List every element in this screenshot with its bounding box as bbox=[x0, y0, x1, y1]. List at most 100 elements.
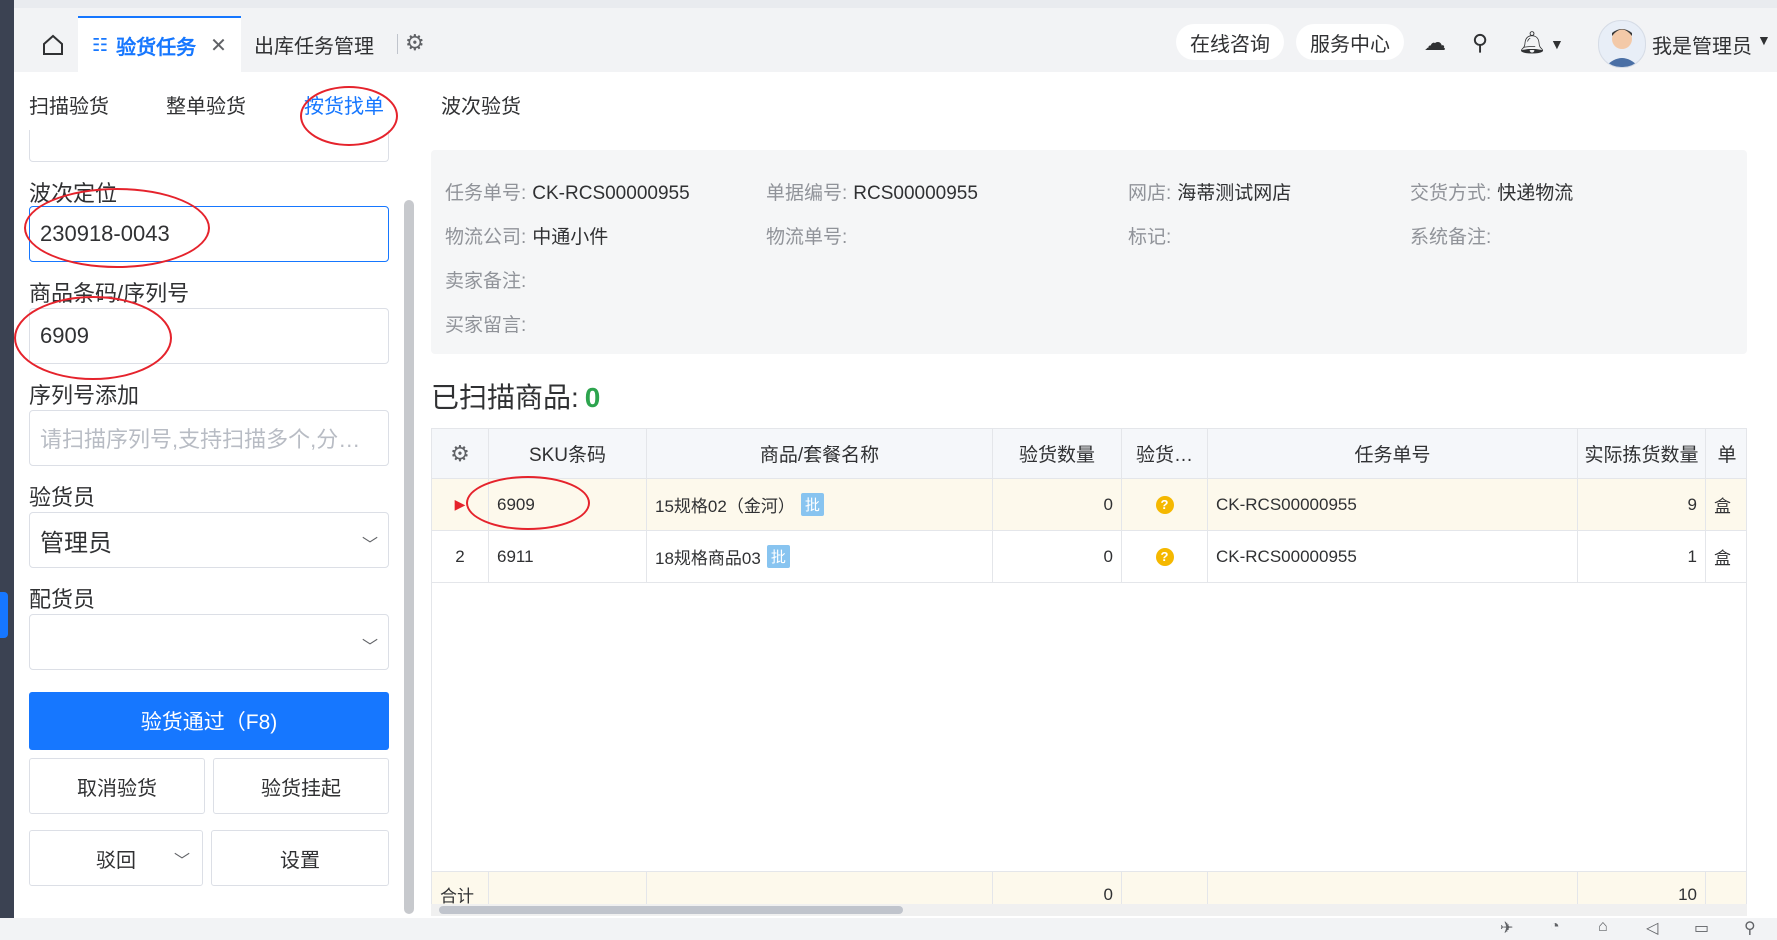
search-icon[interactable]: ⚲ bbox=[1472, 30, 1488, 56]
tracking-label: 物流单号: bbox=[766, 227, 848, 248]
mark-label: 标记: bbox=[1128, 227, 1172, 248]
tab-inspection-task[interactable]: ☷ 验货任务 ✕ bbox=[78, 16, 241, 72]
col-status[interactable]: 验货… bbox=[1122, 429, 1208, 478]
picker-select[interactable]: ﹀ bbox=[29, 614, 389, 670]
cell-status: ? bbox=[1122, 479, 1208, 530]
barcode-label: 商品条码/序列号 bbox=[29, 281, 190, 306]
table-row[interactable]: ▶ 6909 15规格02（金河）批 0 ? CK-RCS00000955 9 … bbox=[432, 479, 1746, 531]
scanned-label: 已扫描商品: bbox=[431, 382, 579, 413]
task-no-value: CK-RCS00000955 bbox=[532, 183, 690, 204]
wave-label: 波次定位 bbox=[29, 181, 118, 206]
logistics-label: 物流公司: bbox=[445, 227, 527, 248]
side-handle[interactable] bbox=[0, 592, 8, 638]
chevron-down-icon[interactable]: ▼ bbox=[1550, 36, 1564, 52]
tab-outbound-task[interactable]: 出库任务管理 bbox=[240, 16, 388, 72]
chevron-down-icon: ﹀ bbox=[361, 639, 378, 656]
gear-icon[interactable]: ⚙ bbox=[450, 441, 470, 467]
question-icon[interactable]: ? bbox=[1155, 547, 1174, 566]
subtab-wave-inspect[interactable]: 波次验货 bbox=[441, 90, 521, 119]
avatar[interactable] bbox=[1598, 20, 1646, 68]
cell-name: 15规格02（金河） 批 bbox=[647, 479, 993, 530]
col-unit[interactable]: 单 bbox=[1706, 429, 1746, 478]
wave-input[interactable]: 230918-0043 bbox=[29, 206, 389, 262]
buyer-msg-label: 买家留言: bbox=[445, 315, 527, 336]
subtab-scan-inspect[interactable]: 扫描验货 bbox=[29, 90, 109, 119]
chevron-down-icon: ﹀ bbox=[173, 853, 190, 870]
chevron-down-icon[interactable]: ▼ bbox=[1757, 32, 1771, 48]
user-name[interactable]: 我是管理员 bbox=[1652, 30, 1752, 59]
inspector-label: 验货员 bbox=[29, 485, 96, 510]
cell-name: 18规格商品03 批 bbox=[647, 531, 993, 582]
col-picked[interactable]: 实际拣货数量 bbox=[1578, 429, 1706, 478]
goods-table: ⚙ SKU条码 商品/套餐名称 验货数量 验货… 任务单号 实际拣货数量 单 ▶… bbox=[431, 428, 1747, 916]
serial-label: 序列号添加 bbox=[29, 383, 140, 408]
home-icon[interactable] bbox=[42, 34, 64, 56]
delivery-value: 快递物流 bbox=[1497, 183, 1574, 204]
col-qty[interactable]: 验货数量 bbox=[993, 429, 1122, 478]
close-icon[interactable]: ✕ bbox=[210, 33, 227, 58]
task-no-field: 任务单号: CK-RCS00000955 bbox=[445, 178, 690, 205]
subtab-whole-inspect[interactable]: 整单验货 bbox=[166, 90, 246, 119]
task-icon: ☷ bbox=[92, 34, 109, 55]
scanned-count: 已扫描商品: 0 bbox=[431, 376, 600, 416]
rocket-icon[interactable]: ✈ bbox=[1500, 918, 1513, 938]
gear-icon[interactable]: ⚙ bbox=[405, 30, 425, 56]
online-consult-button[interactable]: 在线咨询 bbox=[1176, 24, 1284, 60]
trash-icon[interactable]: ⌂ bbox=[1598, 918, 1608, 936]
doc-no-label: 单据编号: bbox=[766, 183, 848, 204]
cancel-inspection-button[interactable]: 取消验货 bbox=[29, 758, 205, 814]
barcode-input[interactable]: 6909 bbox=[29, 308, 389, 364]
column-settings[interactable]: ⚙ bbox=[432, 429, 489, 478]
col-sku[interactable]: SKU条码 bbox=[489, 429, 647, 478]
browser-strip bbox=[0, 0, 1777, 8]
doc-no-value: RCS00000955 bbox=[853, 183, 978, 204]
scrollbar-thumb[interactable] bbox=[439, 906, 903, 914]
task-no-label: 任务单号: bbox=[445, 183, 527, 204]
seller-note-label: 卖家备注: bbox=[445, 271, 527, 292]
cell-qty: 0 bbox=[993, 531, 1122, 582]
bell-icon[interactable]: 🔔︎ bbox=[1518, 30, 1546, 56]
cell-task-no: CK-RCS00000955 bbox=[1208, 479, 1578, 530]
current-row-icon: ▶ bbox=[432, 479, 489, 530]
search-icon[interactable]: ⚲ bbox=[1744, 918, 1756, 938]
col-name[interactable]: 商品/套餐名称 bbox=[647, 429, 993, 478]
shop-label: 网店: bbox=[1128, 183, 1172, 204]
previous-field[interactable] bbox=[29, 130, 389, 162]
settings-button[interactable]: 设置 bbox=[211, 830, 389, 886]
batch-badge: 批 bbox=[800, 493, 824, 516]
gauge-icon[interactable]: ◔ bbox=[1550, 918, 1560, 936]
tab-label: 出库任务管理 bbox=[254, 35, 374, 58]
service-center-button[interactable]: 服务中心 bbox=[1296, 24, 1404, 60]
item-name: 18规格商品03 bbox=[655, 549, 761, 568]
left-scrollbar[interactable] bbox=[404, 200, 414, 914]
doc-no-field: 单据编号: RCS00000955 bbox=[766, 178, 978, 205]
shop-field: 网店: 海蒂测试网店 bbox=[1128, 178, 1291, 205]
cell-sku: 6909 bbox=[489, 479, 647, 530]
wave-value: 230918-0043 bbox=[40, 221, 170, 246]
reject-label: 驳回 bbox=[96, 849, 136, 872]
col-task-no[interactable]: 任务单号 bbox=[1208, 429, 1578, 478]
logistics-field: 物流公司: 中通小件 bbox=[445, 222, 608, 249]
window-icon[interactable]: ▭ bbox=[1694, 918, 1709, 938]
cloud-download-icon[interactable]: ☁ bbox=[1424, 30, 1446, 56]
bottom-tray: ✈ ◔ ⌂ ◁ ▭ ⚲ bbox=[0, 918, 1777, 940]
pass-inspection-button[interactable]: 验货通过（F8) bbox=[29, 692, 389, 750]
item-name: 15规格02（金河） bbox=[655, 497, 795, 516]
logistics-value: 中通小件 bbox=[532, 227, 609, 248]
table-horizontal-scrollbar[interactable] bbox=[431, 904, 1747, 916]
cell-sku: 6911 bbox=[489, 531, 647, 582]
inspector-select[interactable]: 管理员 ﹀ bbox=[29, 512, 389, 568]
serial-input[interactable]: 请扫描序列号,支持扫描多个,分… bbox=[29, 410, 389, 466]
reject-dropdown[interactable]: 驳回 ﹀ bbox=[29, 830, 203, 886]
speaker-icon[interactable]: ◁ bbox=[1646, 918, 1658, 938]
table-row[interactable]: 2 6911 18规格商品03 批 0 ? CK-RCS00000955 1 盒 bbox=[432, 531, 1746, 583]
question-icon[interactable]: ? bbox=[1155, 495, 1174, 514]
cell-unit: 盒 bbox=[1714, 497, 1731, 516]
table-header: ⚙ SKU条码 商品/套餐名称 验货数量 验货… 任务单号 实际拣货数量 单 bbox=[432, 429, 1746, 479]
left-edge-strip bbox=[0, 0, 14, 920]
cell-qty: 0 bbox=[993, 479, 1122, 530]
hang-inspection-button[interactable]: 验货挂起 bbox=[213, 758, 389, 814]
delivery-label: 交货方式: bbox=[1410, 183, 1492, 204]
subtab-find-by-goods[interactable]: 按货找单 bbox=[304, 90, 384, 119]
cell-picked: 1 bbox=[1578, 531, 1706, 582]
